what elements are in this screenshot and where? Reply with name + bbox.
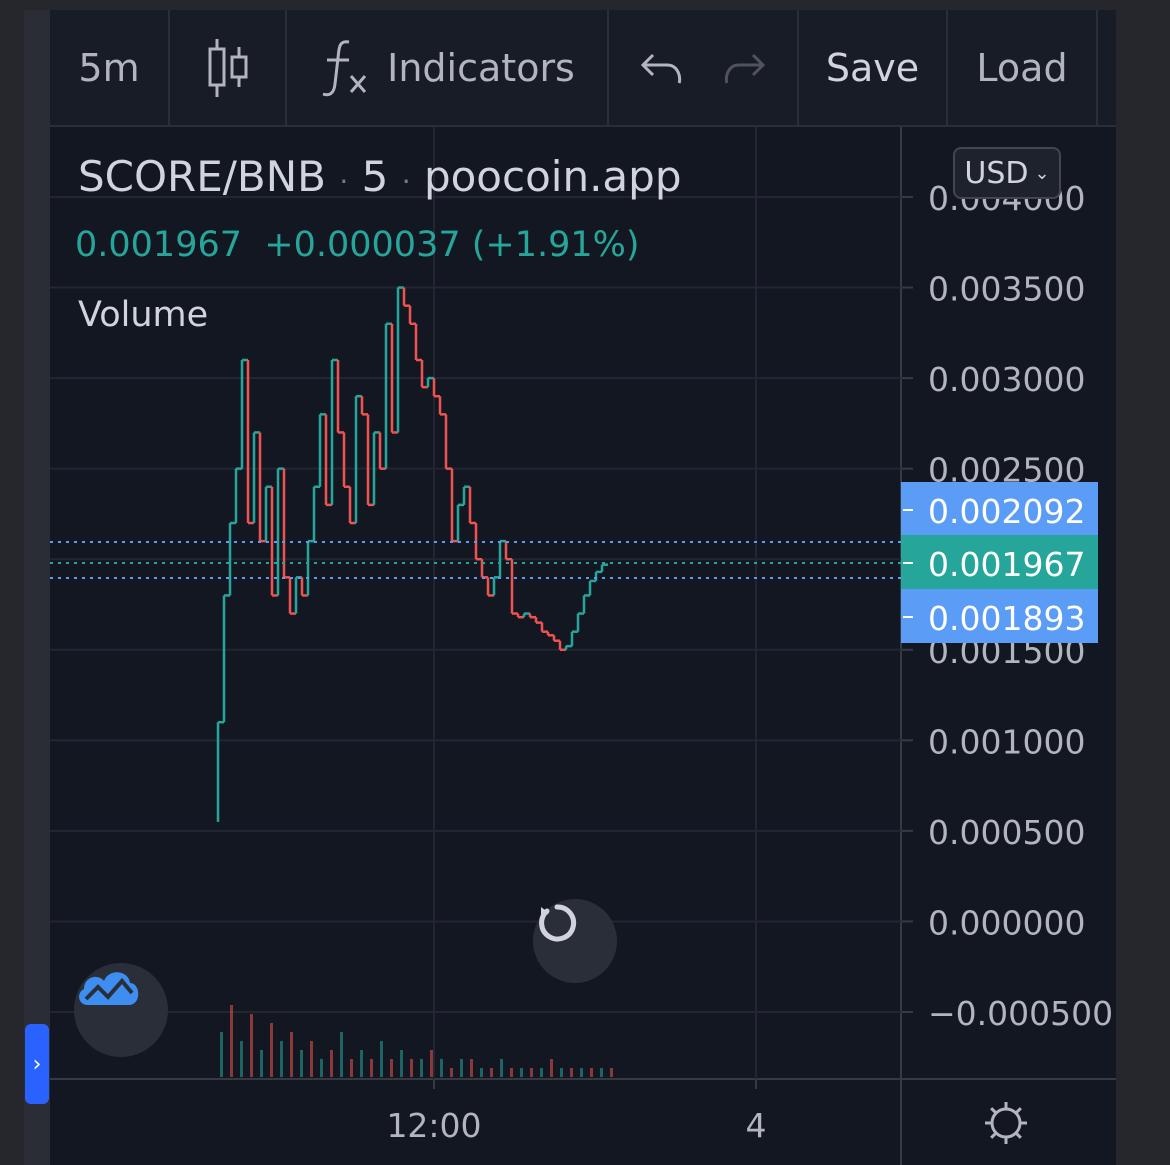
- legend-separator: ·: [401, 165, 411, 198]
- gear-tooth: [1014, 1107, 1022, 1115]
- load-label: Load: [976, 45, 1068, 90]
- volume-bar: [610, 1068, 613, 1077]
- price-tick-label: 0.000000: [928, 903, 1085, 942]
- toolbar-divider: [607, 10, 609, 125]
- volume-bar: [250, 1014, 253, 1077]
- chevron-right-icon: ›: [32, 1051, 42, 1077]
- tradingview-cloud-icon: [79, 972, 139, 1005]
- indicators-button[interactable]: Indicators: [287, 10, 607, 125]
- legend-source: poocoin.app: [423, 152, 682, 201]
- symbol-name: SCORE/BNB: [78, 152, 326, 201]
- price-tick-label: 0.003500: [928, 270, 1085, 309]
- save-label: Save: [825, 45, 920, 90]
- volume-bar: [600, 1068, 603, 1077]
- volume-bar: [240, 1041, 243, 1077]
- interval-label: 5m: [78, 45, 140, 90]
- toolbar-divider: [1096, 10, 1098, 125]
- currency-selector[interactable]: USD ⌄: [953, 147, 1061, 199]
- volume-bar: [260, 1050, 263, 1077]
- volume-bar: [470, 1059, 473, 1077]
- volume-bar: [430, 1050, 433, 1077]
- volume-bar: [510, 1068, 513, 1077]
- redo-button[interactable]: [710, 10, 780, 125]
- currency-label: USD: [964, 155, 1029, 191]
- legend-separator: ·: [339, 165, 349, 198]
- volume-bar: [270, 1023, 273, 1077]
- volume-bar: [230, 1005, 233, 1077]
- volume-bar: [300, 1050, 303, 1077]
- price-chart[interactable]: 0.0040000.0035000.0030000.0025000.002000…: [50, 127, 1116, 1165]
- volume-bar: [560, 1068, 563, 1077]
- chart-area[interactable]: 0.0040000.0035000.0030000.0025000.002000…: [50, 127, 1116, 1165]
- volume-bar: [380, 1041, 383, 1077]
- volume-bar: [320, 1059, 323, 1077]
- last-price: 0.001967: [75, 225, 243, 265]
- volume-bar: [360, 1050, 363, 1077]
- undo-icon: [640, 53, 682, 84]
- volume-bar: [330, 1050, 333, 1077]
- volume-bar: [350, 1059, 353, 1077]
- volume-bar: [590, 1068, 593, 1077]
- gear-tooth: [1014, 1131, 1022, 1139]
- volume-bar: [220, 1032, 223, 1077]
- time-tick-label: 12:00: [386, 1106, 481, 1145]
- reload-icon: [539, 904, 577, 942]
- volume-bar: [480, 1068, 483, 1077]
- price-tick-label: 0.000500: [928, 813, 1085, 852]
- chart-type-button[interactable]: [170, 10, 285, 125]
- price-tick-label: 0.001000: [928, 722, 1085, 761]
- drawing-toolbar-collapsed: [24, 10, 50, 1165]
- volume-bar: [500, 1059, 503, 1077]
- volume-bar: [490, 1068, 493, 1077]
- volume-bar: [460, 1059, 463, 1077]
- function-icon: [322, 39, 367, 96]
- price-tick-label: 0.003000: [928, 360, 1085, 399]
- chevron-down-icon: ⌄: [1034, 162, 1050, 184]
- price-change-pct: (+1.91%): [471, 225, 640, 265]
- interval-button[interactable]: 5m: [50, 10, 168, 125]
- volume-bar: [290, 1032, 293, 1077]
- volume-bar: [580, 1068, 583, 1077]
- price-tag-label: 0.002092: [928, 492, 1085, 531]
- chart-legend-title: SCORE/BNB · 5 · poocoin.app: [78, 152, 682, 201]
- legend-interval: 5: [361, 152, 389, 201]
- indicators-label: Indicators: [387, 45, 575, 90]
- volume-bar: [550, 1059, 553, 1077]
- gear-tooth: [990, 1107, 998, 1115]
- save-button[interactable]: Save: [799, 10, 946, 125]
- price-tag-label: 0.001967: [928, 545, 1085, 584]
- volume-legend[interactable]: Volume: [78, 295, 208, 335]
- tradingview-logo[interactable]: [74, 963, 168, 1057]
- time-tick-label: 4: [746, 1106, 767, 1145]
- volume-bar: [520, 1068, 523, 1077]
- price-tag-label: 0.001893: [928, 599, 1085, 638]
- candlestick-icon: [208, 38, 247, 97]
- undo-button[interactable]: [626, 10, 696, 125]
- settings-gear-icon[interactable]: [985, 1102, 1027, 1144]
- volume-bar: [340, 1032, 343, 1077]
- volume-bar: [390, 1059, 393, 1077]
- gear-ring: [990, 1107, 1022, 1139]
- volume-bar: [420, 1059, 423, 1077]
- volume-bar: [280, 1041, 283, 1077]
- price-tick-label: −0.000500: [928, 994, 1113, 1033]
- volume-bar: [530, 1068, 533, 1077]
- volume-bar: [310, 1041, 313, 1077]
- price-change: +0.000037: [264, 225, 461, 265]
- volume-bar: [400, 1050, 403, 1077]
- volume-bar: [540, 1068, 543, 1077]
- load-button[interactable]: Load: [948, 10, 1096, 125]
- chart-legend-values: 0.001967 +0.000037 (+1.91%): [75, 225, 640, 265]
- top-toolbar: 5m Indicators Save Load: [50, 10, 1116, 127]
- redo-icon: [724, 53, 766, 84]
- volume-bar: [370, 1059, 373, 1077]
- volume-bar: [440, 1059, 443, 1077]
- reset-chart-button[interactable]: [533, 899, 617, 983]
- volume-bar: [570, 1068, 573, 1077]
- volume-bar: [450, 1068, 453, 1077]
- volume-bar: [410, 1059, 413, 1077]
- gear-tooth: [990, 1131, 998, 1139]
- expand-toolbar-button[interactable]: ›: [25, 1024, 49, 1104]
